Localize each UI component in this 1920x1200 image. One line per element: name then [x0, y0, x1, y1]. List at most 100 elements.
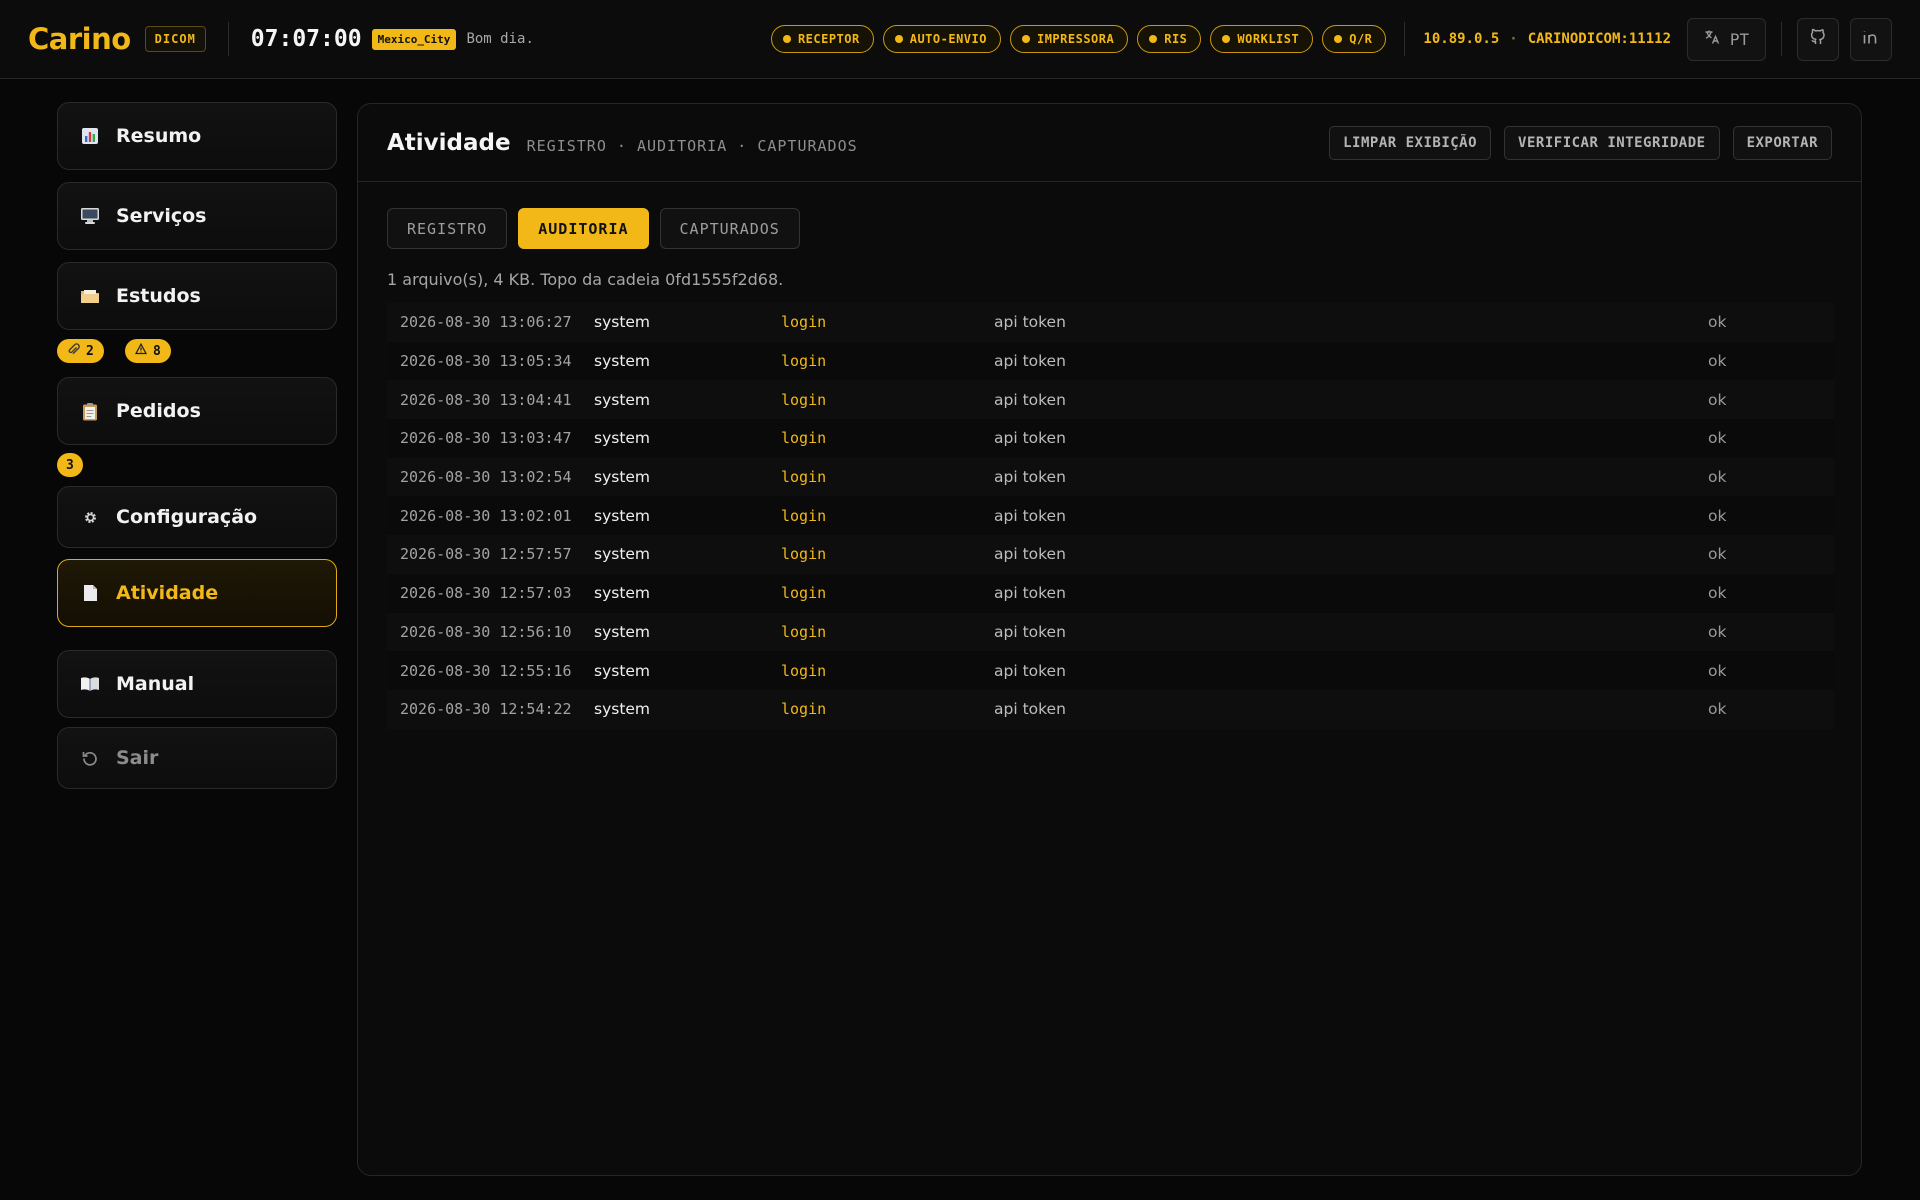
log-time: 2026-08-30 12:54:22 [400, 700, 572, 719]
status-dot-icon [894, 35, 903, 43]
table-row[interactable]: 2026-08-30 12:56:10 system login api token o… [387, 612, 1834, 652]
log-time: 2026-08-30 12:55:16 [400, 661, 572, 680]
sidebar-item-servicos[interactable]: Serviços [57, 182, 337, 250]
log-status: ok [1708, 584, 1727, 603]
sidebar-item-label: Serviços [116, 205, 207, 227]
log-detail: api token [994, 700, 1066, 719]
log-status: ok [1708, 429, 1727, 448]
status-dot-icon [1021, 35, 1030, 43]
sidebar-item-configuracao[interactable]: Configuração [57, 486, 337, 548]
translate-icon [1704, 29, 1720, 49]
export-button[interactable]: EXPORTAR [1732, 125, 1832, 160]
log-action: login [781, 313, 827, 332]
log-action: login [781, 545, 827, 564]
tab-registro[interactable]: REGISTRO [387, 208, 508, 249]
server-address: 10.89.0.5 · CARINODICOM:11112 [1423, 31, 1671, 47]
status-pill-worklist[interactable]: WORKLIST [1210, 25, 1314, 53]
log-time: 2026-08-30 13:06:27 [400, 313, 572, 332]
folder-icon [80, 287, 100, 305]
status-dot-icon [1149, 35, 1158, 43]
sidebar-item-label: Sair [116, 747, 159, 769]
warning-icon [134, 342, 148, 359]
table-row[interactable]: 2026-08-30 12:54:22 system login api token o… [387, 689, 1834, 729]
sidebar-item-label: Manual [116, 673, 195, 695]
log-actor: system [594, 700, 651, 719]
log-status: ok [1708, 700, 1727, 719]
language-button[interactable]: PT [1687, 17, 1766, 61]
log-time: 2026-08-30 12:57:57 [400, 545, 572, 564]
sidebar-item-label: Atividade [116, 582, 219, 604]
log-detail: api token [994, 468, 1066, 487]
tab-capturados[interactable]: CAPTURADOS [659, 208, 800, 249]
status-pill-impressora[interactable]: IMPRESSORA [1009, 25, 1129, 53]
log-detail: api token [994, 622, 1066, 641]
log-time: 2026-08-30 13:05:34 [400, 352, 572, 371]
log-actor: system [594, 352, 651, 371]
language-label: PT [1729, 29, 1750, 49]
audit-summary: 1 arquivo(s), 4 KB. Topo da cadeia 0fd15… [387, 270, 784, 289]
table-row[interactable]: 2026-08-30 13:02:01 system login api token o… [387, 496, 1834, 536]
log-status: ok [1708, 390, 1727, 409]
log-actor: system [594, 545, 651, 564]
sidebar-item-sair[interactable]: Sair [57, 727, 337, 789]
table-row[interactable]: 2026-08-30 12:57:57 system login api token o… [387, 535, 1834, 574]
table-row[interactable]: 2026-08-30 13:05:34 system login api token o… [387, 341, 1834, 381]
log-actor: system [594, 390, 651, 409]
log-status: ok [1708, 313, 1727, 332]
tab-bar: REGISTRO AUDITORIA CAPTURADOS [387, 208, 800, 249]
table-row[interactable]: 2026-08-30 12:55:16 system login api token o… [387, 651, 1834, 690]
sidebar-item-label: Pedidos [116, 400, 201, 422]
gear-icon [80, 510, 100, 525]
audit-log-table: 2026-08-30 13:06:27 system login api token o… [387, 303, 1834, 729]
log-action: login [781, 468, 827, 487]
status-pill-auto-envio[interactable]: AUTO-ENVIO [882, 25, 1001, 53]
table-row[interactable]: 2026-08-30 13:04:41 system login api token o… [387, 380, 1834, 420]
tab-auditoria[interactable]: AUDITORIA [518, 208, 649, 249]
table-row[interactable]: 2026-08-30 13:03:47 system login api token o… [387, 419, 1834, 458]
status-pill-qr[interactable]: Q/R [1322, 25, 1387, 53]
log-action: login [781, 429, 827, 448]
table-row[interactable]: 2026-08-30 13:06:27 system login api token o… [387, 303, 1834, 342]
github-button[interactable] [1797, 17, 1839, 61]
sidebar-item-label: Estudos [116, 285, 201, 307]
log-time: 2026-08-30 13:04:41 [400, 390, 572, 409]
table-row[interactable]: 2026-08-30 13:02:54 system login api token o… [387, 457, 1834, 497]
clear-display-button[interactable]: LIMPAR EXIBIÇÃO [1329, 125, 1492, 160]
panel-header: Atividade REGISTRO · AUDITORIA · CAPTURA… [358, 104, 1861, 182]
status-pill-ris[interactable]: RIS [1137, 25, 1202, 53]
page-subtitle: REGISTRO · AUDITORIA · CAPTURADOS [526, 136, 858, 155]
ip-address: 10.89.0.5 [1423, 31, 1500, 47]
sidebar-item-pedidos[interactable]: Pedidos [57, 377, 337, 445]
log-status: ok [1708, 352, 1727, 371]
log-action: login [781, 390, 827, 409]
log-status: ok [1708, 661, 1727, 680]
estudos-warning-badge: 8 [125, 339, 171, 363]
brand-logo: Carino [28, 22, 131, 56]
document-icon [80, 584, 100, 602]
status-pill-receptor[interactable]: RECEPTOR [770, 25, 874, 53]
log-action: login [781, 622, 827, 641]
log-status: ok [1708, 545, 1727, 564]
linkedin-icon [1862, 28, 1880, 50]
log-time: 2026-08-30 12:57:03 [400, 584, 572, 603]
sidebar-item-label: Resumo [116, 125, 202, 147]
status-dot-icon [782, 35, 791, 43]
log-status: ok [1708, 506, 1727, 525]
ae-title-port: CARINODICOM:11112 [1527, 31, 1671, 47]
sidebar-item-label: Configuração [116, 506, 258, 528]
sidebar-item-manual[interactable]: Manual [57, 650, 337, 718]
sidebar-item-atividade[interactable]: Atividade [57, 559, 337, 627]
header-divider [1404, 22, 1406, 56]
verify-integrity-button[interactable]: VERIFICAR INTEGRIDADE [1504, 125, 1720, 160]
table-row[interactable]: 2026-08-30 12:57:03 system login api token o… [387, 573, 1834, 613]
log-detail: api token [994, 506, 1066, 525]
page-title: Atividade [387, 129, 511, 156]
log-action: login [781, 661, 827, 680]
pedidos-count-badge: 3 [57, 453, 83, 477]
sidebar-item-estudos[interactable]: Estudos [57, 262, 337, 330]
sidebar-item-resumo[interactable]: Resumo [57, 102, 337, 170]
linkedin-button[interactable] [1850, 17, 1892, 61]
paperclip-icon [67, 342, 80, 360]
estudos-attachment-badge: 2 [57, 339, 104, 363]
log-detail: api token [994, 390, 1066, 409]
